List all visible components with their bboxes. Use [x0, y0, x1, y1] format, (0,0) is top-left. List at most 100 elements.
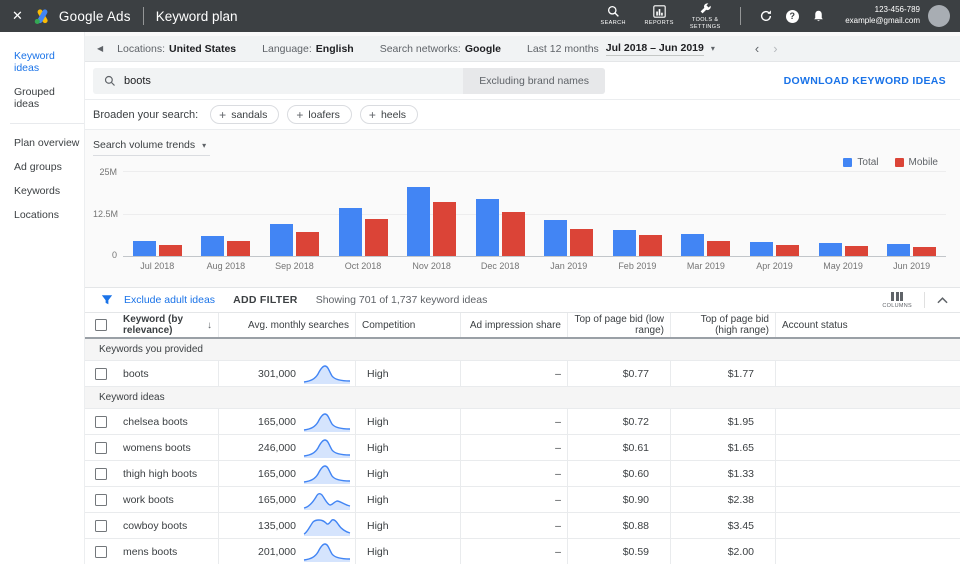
broaden-chip-loafers[interactable]: +loafers [287, 105, 352, 124]
chart-title-dropdown[interactable]: Search volume trends ▾ [93, 139, 210, 156]
section-label: Keyword ideas [99, 392, 165, 403]
competition-cell: High [355, 513, 460, 538]
next-period-button[interactable]: › [773, 42, 777, 55]
sidebar-item-ad-groups[interactable]: Ad groups [0, 155, 84, 179]
row-checkbox[interactable] [95, 442, 107, 454]
row-checkbox[interactable] [95, 520, 107, 532]
row-checkbox[interactable] [95, 416, 107, 428]
toolbar-right-cluster: COLUMNS [882, 292, 948, 309]
row-checkbox[interactable] [95, 494, 107, 506]
avatar[interactable] [928, 5, 950, 27]
row-checkbox[interactable] [95, 368, 107, 380]
keyword-label: mens boots [123, 546, 177, 558]
column-header-label: Top of page bid (low range) [574, 314, 664, 336]
top-of-page-bid-high-cell: $1.33 [670, 461, 775, 486]
competition-cell: High [355, 487, 460, 512]
collapse-chevron-icon[interactable] [937, 297, 948, 304]
locations-label: Locations: [117, 43, 165, 55]
ad-impression-share-cell-value: – [555, 494, 561, 506]
add-filter-button[interactable]: ADD FILTER [233, 294, 298, 306]
table-section-header-keywords-you-provided: Keywords you provided [85, 339, 960, 361]
column-header-avg-monthly-searches[interactable]: Avg. monthly searches [218, 313, 355, 337]
columns-label: COLUMNS [882, 303, 912, 309]
sidebar-item-plan-overview[interactable]: Plan overview [0, 131, 84, 155]
keyword-cell: womens boots [117, 435, 218, 460]
sidebar-item-grouped-ideas[interactable]: Grouped ideas [0, 80, 84, 116]
top-of-page-bid-low-cell: $0.90 [567, 487, 670, 512]
collapse-panel-icon[interactable]: ◀ [97, 44, 103, 53]
top-of-page-bid-high-cell-value: $1.77 [728, 368, 754, 380]
search-networks-label: Search networks: [380, 43, 461, 55]
select-all-checkbox[interactable] [95, 319, 107, 331]
sidebar-divider [10, 123, 84, 124]
sidebar-item-label: Keywords [14, 185, 60, 197]
search-networks-filter[interactable]: Search networks: Google [380, 43, 501, 55]
table-body: Keywords you providedboots301,000High–$0… [85, 339, 960, 564]
search-volume-value: 165,000 [225, 468, 303, 480]
x-axis-label: Oct 2018 [329, 261, 398, 271]
column-header-ad-impression-share[interactable]: Ad impression share [460, 313, 567, 337]
keyword-label: womens boots [123, 442, 191, 454]
keyword-search-input[interactable]: boots Excluding brand names [93, 68, 605, 94]
bar-total [819, 243, 842, 256]
ad-impression-share-cell: – [460, 409, 567, 434]
account-info: 123-456-789 example@gmail.com [845, 5, 920, 27]
tools-settings-nav-button[interactable]: TOOLS & SETTINGS [682, 2, 728, 31]
sidebar-item-label: Grouped ideas [14, 86, 55, 110]
sidebar-item-locations[interactable]: Locations [0, 203, 84, 227]
x-axis-label: May 2019 [809, 261, 878, 271]
column-header-competition[interactable]: Competition [355, 313, 460, 337]
broaden-chip-heels[interactable]: +heels [360, 105, 418, 124]
columns-button[interactable]: COLUMNS [882, 292, 912, 309]
language-filter[interactable]: Language: English [262, 43, 354, 55]
google-ads-home-link[interactable]: Google Ads [33, 8, 131, 25]
refresh-icon [759, 9, 773, 23]
bar-group-jul-2018 [123, 241, 192, 256]
top-of-page-bid-low-cell: $0.60 [567, 461, 670, 486]
sidebar-item-keyword-ideas[interactable]: Keyword ideas [0, 44, 84, 80]
previous-period-button[interactable]: ‹ [755, 42, 759, 55]
column-header-keyword-by-relevance[interactable]: Keyword (by relevance)↓ [117, 313, 218, 337]
column-header-top-of-page-bid-high-range[interactable]: Top of page bid (high range) [670, 313, 775, 337]
search-nav-button[interactable]: SEARCH [590, 5, 636, 27]
row-checkbox[interactable] [95, 546, 107, 558]
bar-total [339, 208, 362, 256]
download-keyword-ideas-button[interactable]: DOWNLOAD KEYWORD IDEAS [784, 75, 946, 87]
app-bar: ✕ Google Ads Keyword plan SEARCH REPORTS… [0, 0, 960, 32]
excluding-brand-names-chip[interactable]: Excluding brand names [463, 68, 605, 94]
account-id: 123-456-789 [845, 5, 920, 16]
locations-filter[interactable]: Locations: United States [117, 43, 236, 55]
column-header-label: Keyword (by relevance) [123, 314, 202, 336]
wrench-icon [699, 2, 712, 15]
top-of-page-bid-high-cell-value: $2.00 [728, 546, 754, 558]
bar-total [544, 220, 567, 256]
table-row-cowboy-boots: cowboy boots135,000High–$0.88$3.45 [85, 513, 960, 539]
close-icon[interactable]: ✕ [12, 8, 23, 24]
legend-swatch [895, 158, 904, 167]
sidebar-item-label: Keyword ideas [14, 50, 55, 74]
x-axis-label: Jul 2018 [123, 261, 192, 271]
notifications-button[interactable] [805, 9, 831, 23]
exclude-adult-ideas-link[interactable]: Exclude adult ideas [124, 294, 215, 306]
bar-group-jan-2019 [534, 220, 603, 256]
row-checkbox[interactable] [95, 468, 107, 480]
ad-impression-share-cell-value: – [555, 442, 561, 454]
sidebar-item-keywords[interactable]: Keywords [0, 179, 84, 203]
column-header-account-status[interactable]: Account status [775, 313, 960, 337]
top-of-page-bid-high-cell-value: $1.65 [728, 442, 754, 454]
broaden-chip-sandals[interactable]: +sandals [210, 105, 279, 124]
column-header-top-of-page-bid-low-range[interactable]: Top of page bid (low range) [567, 313, 670, 337]
help-button[interactable]: ? [779, 10, 805, 23]
account-status-cell [775, 461, 960, 486]
ad-impression-share-cell-value: – [555, 416, 561, 428]
column-header-label: Account status [782, 320, 848, 331]
reports-nav-button[interactable]: REPORTS [636, 5, 682, 27]
top-of-page-bid-high-cell: $1.65 [670, 435, 775, 460]
top-of-page-bid-low-cell-value: $0.61 [623, 442, 649, 454]
reports-nav-label: REPORTS [645, 20, 674, 27]
bar-mobile [845, 246, 868, 256]
legend-label: Total [857, 157, 878, 168]
date-range-filter[interactable]: Last 12 months Jul 2018 – Jun 2019 ▾ [527, 42, 715, 56]
top-of-page-bid-low-cell-value: $0.60 [623, 468, 649, 480]
refresh-button[interactable] [753, 9, 779, 23]
